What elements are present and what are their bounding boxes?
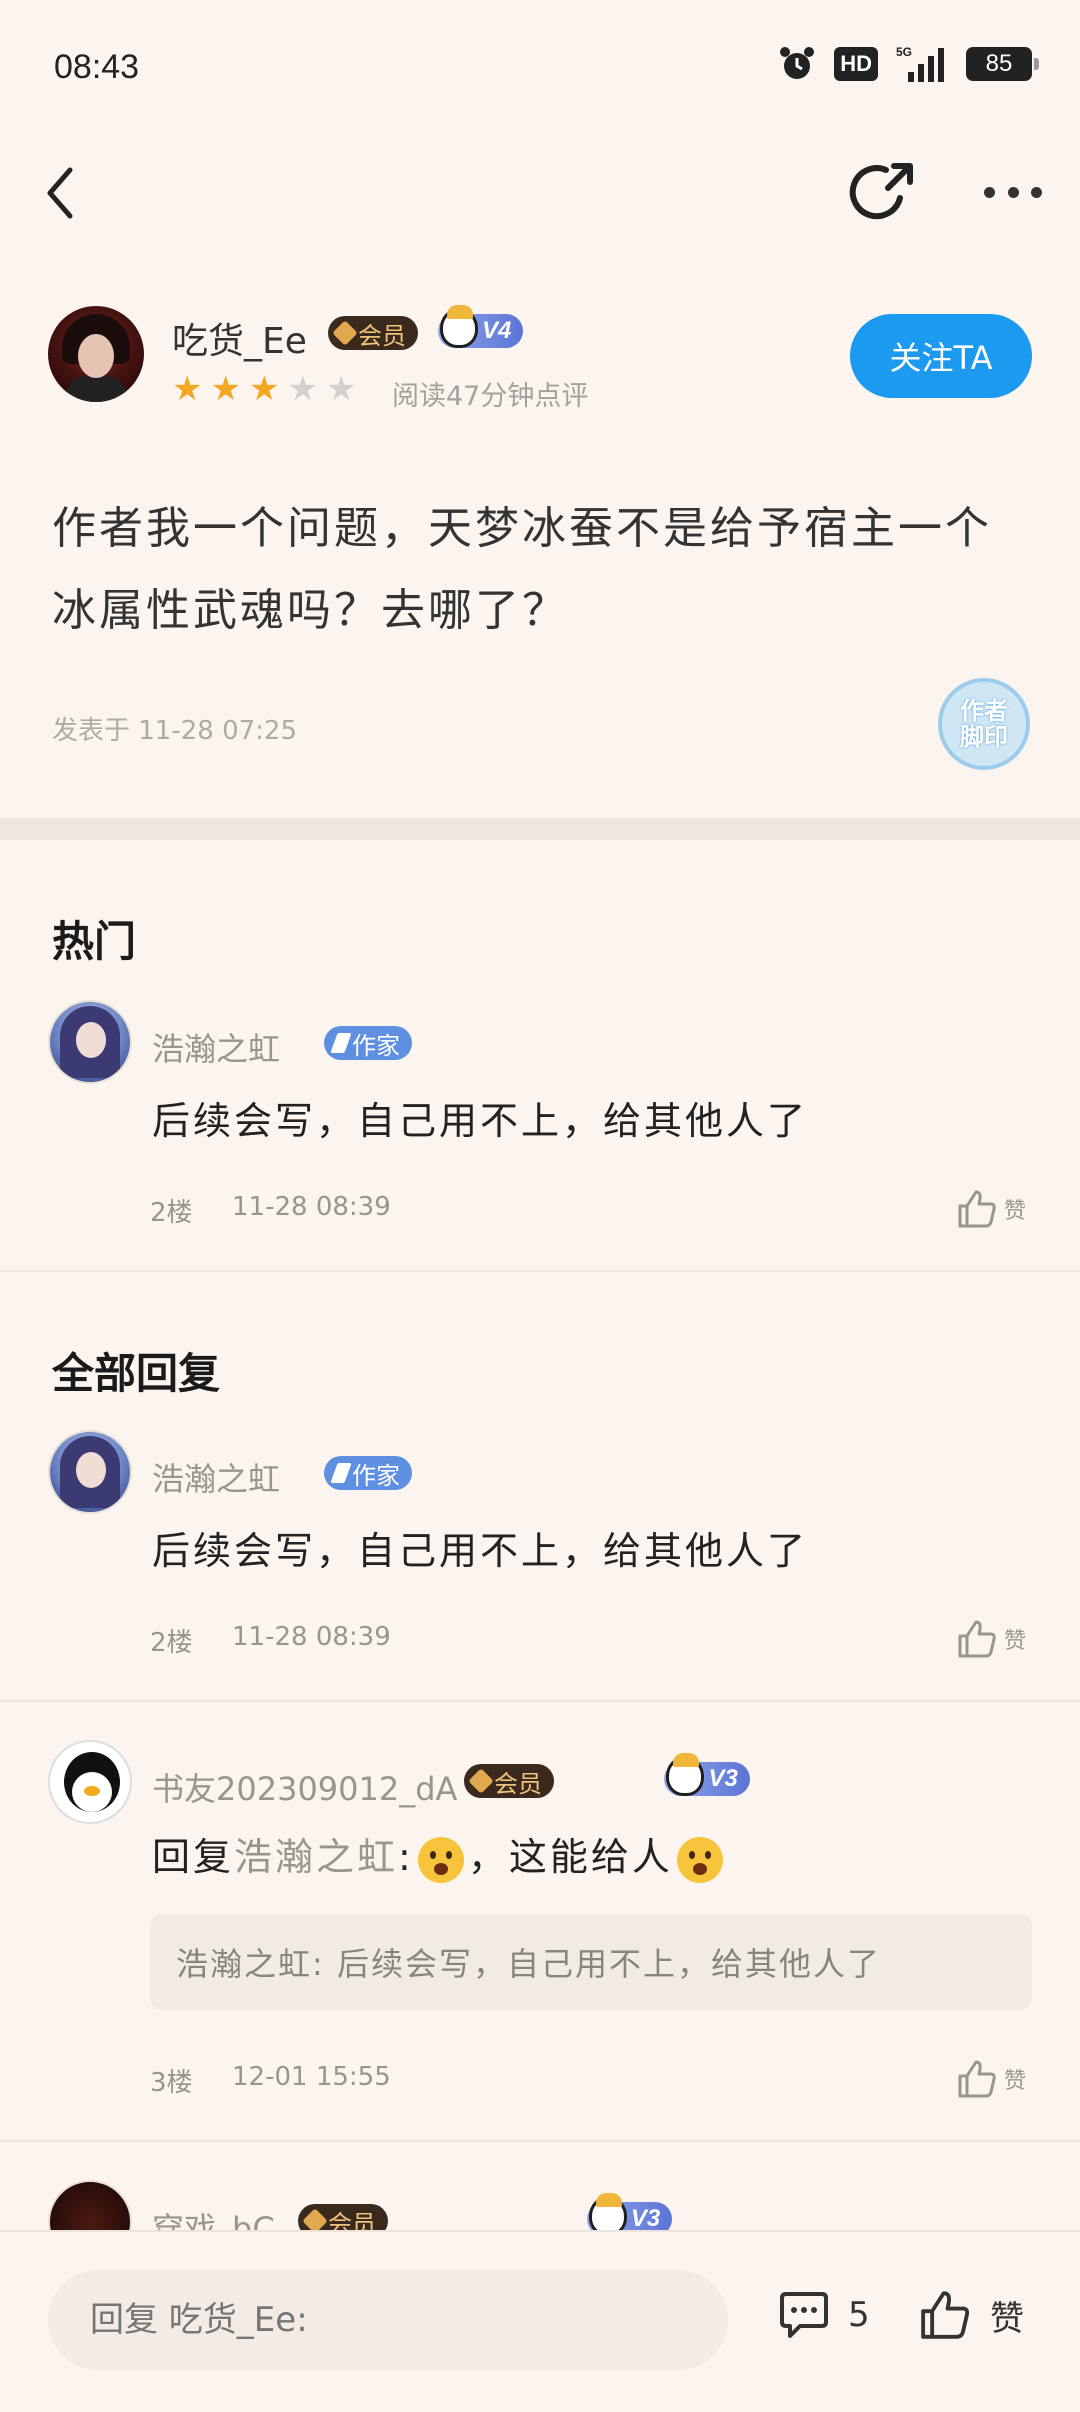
vip-badge: 会员 — [328, 316, 418, 350]
penguin-mascot-icon — [440, 305, 478, 348]
author-footprint-stamp: 作者脚印 — [938, 678, 1030, 770]
writer-badge: 作家 — [324, 1026, 412, 1060]
hd-icon: HD — [834, 47, 878, 81]
read-info: 阅读47分钟点评 — [392, 381, 589, 412]
pen-icon — [330, 1033, 352, 1053]
comment-floor: 2楼 — [150, 1628, 193, 1658]
thumbs-up-icon — [958, 1190, 996, 1228]
thumbs-up-icon — [958, 2060, 996, 2098]
comment-avatar[interactable] — [48, 1430, 132, 1514]
level-badge: V3 — [664, 1753, 750, 1796]
vip-gem-icon — [468, 1768, 494, 1794]
back-button[interactable] — [44, 158, 104, 228]
comment-author[interactable]: 书友202309012_dA — [152, 1764, 457, 1810]
status-time: 08:43 — [54, 48, 140, 86]
share-button[interactable] — [848, 158, 918, 228]
comment-bubble-icon — [780, 2292, 828, 2338]
post-time: 发表于 11-28 07:25 — [52, 716, 298, 746]
comment-text: 后续会写，自己用不上，给其他人了 — [152, 1099, 809, 1143]
more-dot-icon — [1007, 186, 1019, 198]
penguin-mascot-icon — [666, 1753, 705, 1796]
chevron-left-icon — [47, 167, 73, 219]
author-avatar[interactable] — [48, 306, 144, 402]
signal-icon: 5G — [896, 45, 944, 82]
comment-floor: 3楼 — [150, 2068, 193, 2098]
section-divider — [0, 818, 1080, 840]
comment-time: 11-28 08:39 — [232, 1622, 391, 1652]
follow-button[interactable]: 关注TA — [850, 314, 1032, 398]
divider — [0, 2140, 1080, 2142]
shocked-emoji-icon — [676, 1836, 723, 1883]
comment-author[interactable]: 浩瀚之虹 — [152, 1454, 280, 1500]
alarm-icon — [780, 47, 815, 79]
comment-time: 12-01 15:55 — [232, 2062, 391, 2092]
level-badge: V4 — [438, 305, 524, 348]
divider — [0, 1700, 1080, 1702]
star-icon: ★ — [248, 369, 280, 409]
star-empty-icon: ★ — [287, 369, 318, 409]
quoted-comment[interactable]: 浩瀚之虹: 后续会写，自己用不上，给其他人了 — [150, 1914, 1032, 2010]
divider — [0, 1270, 1080, 1272]
comment-count-button[interactable]: 5 — [778, 2290, 870, 2340]
share-icon — [849, 163, 913, 220]
comment-avatar[interactable] — [48, 1740, 132, 1824]
like-button[interactable]: 赞 — [918, 2288, 1024, 2342]
comment-like-button[interactable]: 赞 — [956, 1618, 1026, 1660]
thumbs-up-icon — [921, 2291, 970, 2339]
like-label: 赞 — [990, 2298, 1024, 2339]
more-button[interactable] — [984, 160, 1042, 224]
writer-badge: 作家 — [324, 1456, 412, 1490]
vip-badge: 会员 — [464, 1764, 554, 1798]
comment-like-button[interactable]: 赞 — [956, 2058, 1026, 2100]
more-dot-icon — [1031, 186, 1042, 198]
comment-time: 11-28 08:39 — [232, 1192, 391, 1222]
comment-avatar[interactable] — [48, 1000, 132, 1084]
rating-stars: ★ ★ ★ ★ ★ — [172, 372, 356, 406]
star-icon: ★ — [172, 369, 203, 409]
reply-input[interactable] — [48, 2270, 728, 2370]
comment-author[interactable]: 浩瀚之虹 — [152, 1024, 280, 1070]
post-content: 作者我一个问题，天梦冰蚕不是给予宿主一个冰属性武魂吗？去哪了？ — [52, 503, 992, 636]
vip-gem-icon — [332, 320, 358, 346]
battery-icon: 85 — [966, 47, 1039, 81]
star-empty-icon: ★ — [325, 369, 357, 409]
reply-text: 回复浩瀚之虹: ，这能给人 — [152, 1826, 727, 1883]
author-name[interactable]: 吃货_Ee — [172, 312, 307, 364]
hot-section-title: 热门 — [52, 917, 137, 966]
comment-like-button[interactable]: 赞 — [956, 1188, 1026, 1230]
status-icons: HD 5G 85 — [778, 44, 1039, 84]
surprised-emoji-icon — [417, 1836, 464, 1883]
comment-count: 5 — [848, 2295, 870, 2335]
reply-mention[interactable]: 浩瀚之虹 — [234, 1835, 398, 1879]
comment-floor: 2楼 — [150, 1198, 193, 1228]
thumbs-up-icon — [958, 1620, 996, 1658]
all-replies-title: 全部回复 — [52, 1349, 221, 1398]
more-dot-icon — [984, 186, 995, 198]
comment-text: 后续会写，自己用不上，给其他人了 — [152, 1529, 809, 1573]
svg-text:5G: 5G — [896, 45, 912, 59]
pen-icon — [330, 1463, 352, 1483]
star-icon: ★ — [210, 369, 241, 409]
